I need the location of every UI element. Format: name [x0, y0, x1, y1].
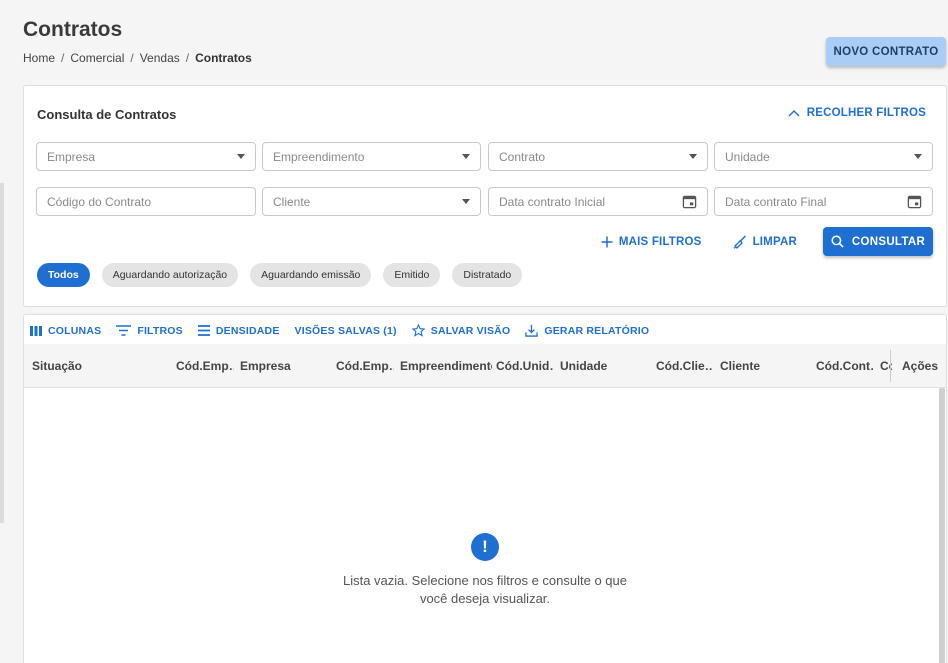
more-filters-button[interactable]: MAIS FILTROS	[601, 236, 702, 248]
grid-header: Situação Cód.Emp… Empresa Cód.Emp… Empre…	[24, 344, 946, 388]
columns-icon	[30, 325, 42, 336]
col-situacao[interactable]: Situação	[32, 344, 162, 388]
chip-todos[interactable]: Todos	[37, 263, 90, 287]
unidade-placeholder: Unidade	[725, 149, 770, 164]
col-unidade[interactable]: Unidade	[560, 344, 650, 388]
empty-state-line-2: você deseja visualizar.	[419, 591, 551, 606]
empty-state-message: Lista vazia. Selecione nos filtros e con…	[285, 572, 685, 608]
download-icon	[525, 324, 539, 337]
data-inicial-input[interactable]: Data contrato Inicial	[488, 187, 708, 216]
col-empreendimento[interactable]: Empreendimento	[400, 344, 492, 388]
grid-toolbar: COLUNAS FILTROS DENSIDADE VISÕES SALVAS …	[30, 324, 649, 337]
collapse-filters-label: RECOLHER FILTROS	[806, 107, 926, 119]
generate-report-button[interactable]: GERAR RELATÓRIO	[525, 324, 649, 337]
caret-down-icon	[689, 154, 697, 159]
col-cod-cliente[interactable]: Cód.Clie…	[656, 344, 712, 388]
density-button[interactable]: DENSIDADE	[197, 324, 280, 337]
search-icon	[831, 235, 844, 248]
breadcrumb-home[interactable]: Home	[23, 51, 55, 65]
star-icon	[411, 324, 425, 337]
data-inicial-placeholder: Data contrato Inicial	[499, 194, 606, 209]
chip-aguardando-emissao[interactable]: Aguardando emissão	[250, 263, 372, 287]
chip-distratado[interactable]: Distratado	[452, 263, 523, 287]
col-acoes: Ações	[902, 359, 939, 373]
status-chips: Todos Aguardando autorização Aguardando …	[37, 263, 523, 287]
breadcrumb-vendas[interactable]: Vendas	[140, 51, 180, 65]
collapse-filters-button[interactable]: RECOLHER FILTROS	[788, 107, 926, 119]
chevron-up-icon	[788, 110, 800, 117]
filters-label: FILTROS	[137, 324, 183, 337]
empreendimento-placeholder: Empreendimento	[273, 149, 365, 164]
codigo-contrato-input[interactable]: Código do Contrato	[36, 187, 256, 216]
saved-views-label: VISÕES SALVAS (1)	[294, 324, 397, 337]
more-filters-label: MAIS FILTROS	[618, 235, 702, 248]
col-cod-unidade[interactable]: Cód.Unid…	[496, 344, 554, 388]
col-cod-empreendimento[interactable]: Cód.Emp…	[336, 344, 394, 388]
data-final-placeholder: Data contrato Final	[725, 194, 827, 209]
contrato-select[interactable]: Contrato	[488, 142, 708, 171]
calendar-icon[interactable]	[682, 194, 697, 209]
filter-lines-icon	[116, 325, 132, 336]
columns-label: COLUNAS	[48, 324, 102, 337]
clear-filters-label: LIMPAR	[752, 235, 797, 248]
empty-state-line-1: Lista vazia. Selecione nos filtros e con…	[342, 573, 627, 588]
unidade-select[interactable]: Unidade	[714, 142, 933, 171]
filter-actions: MAIS FILTROS LIMPAR CONSULTAR	[601, 227, 933, 256]
calendar-icon[interactable]	[907, 194, 922, 209]
breadcrumb-current: Contratos	[195, 51, 252, 65]
broom-icon	[733, 234, 746, 249]
left-edge-divider	[0, 183, 4, 523]
plus-icon	[601, 236, 613, 247]
caret-down-icon	[462, 154, 470, 159]
save-view-label: SALVAR VISÃO	[430, 324, 511, 337]
empreendimento-select[interactable]: Empreendimento	[262, 142, 481, 171]
chip-aguardando-autorizacao[interactable]: Aguardando autorização	[101, 263, 239, 287]
contrato-placeholder: Contrato	[499, 149, 546, 164]
chip-emitido[interactable]: Emitido	[383, 263, 441, 287]
new-contract-button[interactable]: NOVO CONTRATO	[826, 37, 946, 66]
density-icon	[197, 325, 210, 336]
breadcrumb-comercial[interactable]: Comercial	[70, 51, 124, 65]
data-final-input[interactable]: Data contrato Final	[714, 187, 933, 216]
col-cod-empresa[interactable]: Cód.Emp…	[176, 344, 234, 388]
filter-panel: Consulta de Contratos RECOLHER FILTROS E…	[23, 85, 947, 307]
col-cod-contrato[interactable]: Cód.Cont…	[816, 344, 874, 388]
grid-scrollbar[interactable]	[939, 388, 945, 663]
page-title: Contratos	[23, 18, 123, 41]
caret-down-icon	[462, 199, 470, 204]
cliente-select[interactable]: Cliente	[262, 187, 481, 216]
clear-filters-button[interactable]: LIMPAR	[733, 234, 797, 249]
saved-views-button[interactable]: VISÕES SALVAS (1)	[295, 325, 397, 337]
info-exclamation-icon: !	[471, 533, 499, 561]
caret-down-icon	[914, 154, 922, 159]
cliente-placeholder: Cliente	[273, 194, 311, 209]
empresa-placeholder: Empresa	[47, 149, 96, 164]
codigo-contrato-placeholder: Código do Contrato	[47, 194, 152, 209]
caret-down-icon	[237, 154, 245, 159]
density-label: DENSIDADE	[215, 324, 280, 337]
search-button[interactable]: CONSULTAR	[823, 227, 933, 256]
filter-panel-title: Consulta de Contratos	[37, 107, 177, 122]
empresa-select[interactable]: Empresa	[36, 142, 256, 171]
breadcrumb: Home / Comercial / Vendas / Contratos	[23, 51, 252, 65]
column-separator	[890, 350, 891, 382]
save-view-button[interactable]: SALVAR VISÃO	[411, 324, 511, 337]
search-button-label: CONSULTAR	[851, 235, 926, 248]
filters-button[interactable]: FILTROS	[116, 325, 183, 337]
generate-report-label: GERAR RELATÓRIO	[544, 324, 650, 337]
columns-button[interactable]: COLUNAS	[30, 325, 101, 337]
col-empresa[interactable]: Empresa	[240, 344, 330, 388]
contracts-grid: COLUNAS FILTROS DENSIDADE VISÕES SALVAS …	[23, 314, 947, 663]
col-cliente[interactable]: Cliente	[720, 344, 810, 388]
